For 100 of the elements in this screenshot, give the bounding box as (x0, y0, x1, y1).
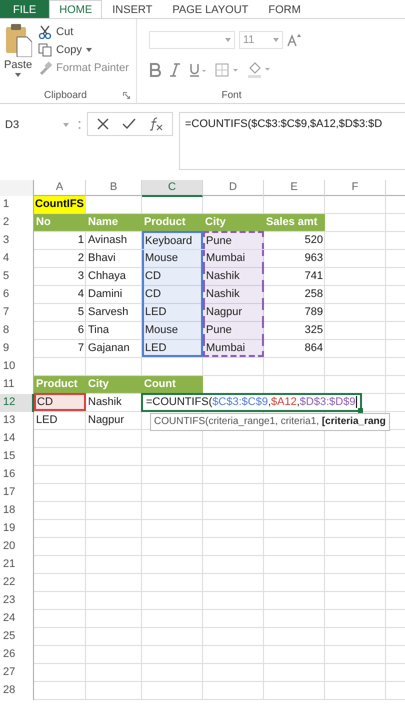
table-cell-text: 7 (76, 341, 85, 356)
ribbon-tab[interactable]: HOME (49, 0, 102, 18)
copy-button[interactable]: Copy (38, 43, 129, 57)
row-header[interactable]: 24 (0, 610, 34, 628)
table-cell: Mumbai (203, 340, 264, 357)
row-header[interactable]: 28 (0, 682, 34, 700)
table-cell-text: 6 (76, 323, 85, 338)
ribbon-tab[interactable]: PAGE LAYOUT (162, 0, 258, 18)
ribbon-tab[interactable]: INSERT (102, 0, 162, 18)
table-cell-text: 864 (304, 341, 324, 356)
header-cell: City (86, 376, 142, 393)
table-cell-text: 2 (76, 251, 85, 266)
row-header[interactable]: 18 (0, 502, 34, 520)
caret-icon (273, 38, 279, 42)
table-cell: Pune (203, 231, 264, 249)
row-header[interactable]: 27 (0, 664, 34, 682)
scissors-icon (38, 25, 52, 39)
row-header[interactable]: 14 (0, 430, 34, 448)
paste-button[interactable]: Paste (4, 23, 32, 77)
row-header[interactable]: 13 (0, 412, 34, 430)
row-header[interactable]: 10 (0, 358, 34, 376)
fill-color-icon (247, 62, 271, 78)
table-cell-text: Damini (87, 287, 124, 302)
header-cell: Product (34, 376, 86, 393)
clipboard-icon (4, 23, 32, 57)
row-header[interactable]: 3 (0, 232, 34, 250)
brush-icon (38, 61, 52, 75)
table-cell-text: Tina (87, 323, 110, 338)
row-header[interactable]: 23 (0, 592, 34, 610)
select-all-corner[interactable] (0, 180, 34, 197)
enter-icon (122, 117, 136, 131)
table-cell-text: 963 (304, 251, 324, 266)
borders-icon (215, 62, 239, 76)
row-header[interactable]: 21 (0, 556, 34, 574)
formula-input-field[interactable]: =COUNTIFS($C$3:$C$9,$A12,$D$3:$D$9 (141, 393, 362, 412)
italic-icon (169, 62, 181, 76)
function-icon (148, 117, 164, 131)
function-tooltip: COUNTIFS(criteria_range1, criteria1, [criteria_rang (150, 413, 390, 431)
row-header[interactable]: 6 (0, 286, 34, 304)
row-header[interactable]: 16 (0, 466, 34, 484)
underline-icon (189, 62, 207, 76)
row-header[interactable]: 2 (0, 214, 34, 232)
row-header[interactable]: 26 (0, 646, 34, 664)
table-cell-text: 258 (304, 287, 324, 302)
cut-button[interactable]: Cut (38, 25, 129, 39)
row-header[interactable]: 20 (0, 538, 34, 556)
ribbon-tab[interactable]: FORM (258, 0, 311, 18)
cancel-icon (96, 117, 110, 131)
formula-field[interactable]: =COUNTIFS($C$3:$C$9,$A12,$D$3:$D (179, 112, 405, 170)
table-cell-text: Gajanan (87, 341, 131, 356)
caret-icon (15, 73, 22, 77)
column-header[interactable]: C (142, 180, 203, 197)
table-cell-text: 520 (304, 233, 324, 248)
row-header[interactable]: 11 (0, 376, 34, 394)
group-label: Clipboard (44, 90, 87, 101)
bold-icon (149, 62, 161, 76)
file-tab[interactable]: FILE (0, 0, 50, 18)
table-cell-text: 3 (76, 269, 85, 284)
table-cell-text: Nashik (87, 395, 123, 410)
row-header[interactable]: 9 (0, 340, 34, 358)
table-cell-text: Bhavi (87, 251, 117, 266)
row-header[interactable]: 4 (0, 250, 34, 268)
table-cell-text: 1 (76, 233, 85, 248)
row-header[interactable]: 25 (0, 628, 34, 646)
font-name-field[interactable] (149, 31, 235, 49)
table-cell-text: Chhaya (87, 269, 127, 284)
row-header[interactable]: 22 (0, 574, 34, 592)
table-cell-text: Sarvesh (87, 305, 130, 320)
row-header[interactable]: 8 (0, 322, 34, 340)
row-header[interactable]: 17 (0, 484, 34, 502)
table-cell-text: Nagpur (87, 413, 126, 428)
caret-icon (63, 123, 69, 127)
row-header[interactable]: 7 (0, 304, 34, 322)
table-cell-text: Avinash (87, 233, 128, 248)
header-cell: No (34, 214, 86, 231)
header-cell: City (203, 214, 264, 231)
row-header[interactable]: 12 (0, 394, 34, 412)
table-cell: CD (34, 393, 86, 411)
name-box[interactable]: D3 (2, 116, 72, 134)
row-header[interactable]: 5 (0, 268, 34, 286)
table-cell: Pune (203, 322, 264, 340)
header-cell: Count (142, 376, 203, 393)
table-cell: LED (142, 340, 203, 357)
table-cell-text: 789 (304, 305, 324, 320)
table-cell: CD (142, 286, 203, 304)
grow-font-icon (287, 33, 301, 47)
title-cell: CountIFS (34, 196, 85, 213)
table-cell-text: 741 (304, 269, 324, 284)
table-cell-text: 4 (76, 287, 85, 302)
table-cell: CD (142, 268, 203, 286)
caret-icon (86, 48, 92, 52)
row-header[interactable]: 19 (0, 520, 34, 538)
header-cell: Sales amt (264, 214, 325, 231)
caret-icon (225, 38, 231, 42)
table-cell-text: 325 (304, 323, 324, 338)
row-header[interactable]: 15 (0, 448, 34, 466)
grip-icon (78, 120, 81, 130)
copy-icon (38, 43, 52, 57)
row-header[interactable]: 1 (0, 196, 34, 214)
table-cell: LED (142, 304, 203, 322)
